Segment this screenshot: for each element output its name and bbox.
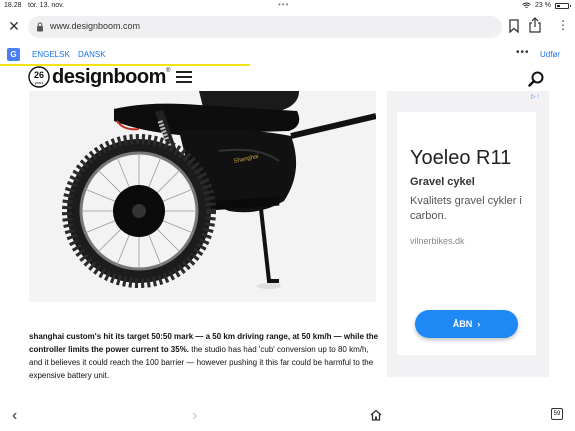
logo-badge-icon[interactable]: 26 years [28,66,50,88]
battery-percent: 23 % [535,2,551,9]
back-icon[interactable]: ‹ [12,407,17,425]
url-text[interactable]: www.designboom.com [50,21,140,31]
google-translate-icon: G [7,48,20,61]
tabs-count-button[interactable]: 59 [551,408,563,420]
tabs-count: 59 [553,411,561,417]
translate-bar: G ENGELSK DANSK ••• Udfør [0,44,575,66]
logo-registered-mark: ® [166,68,171,74]
battery-icon [555,2,571,9]
bookmark-icon[interactable] [508,19,520,33]
motorbike-illustration: Shanghai [29,91,376,302]
status-time: 18.28 [4,2,22,9]
ad-open-label: ÅBN [452,319,473,329]
article-caption: shanghai custom's hit its target 50:50 m… [29,330,379,382]
adchoices-icon[interactable]: ▷ ⁝ [531,93,539,100]
home-icon[interactable] [370,409,382,421]
status-bar: 18.28 tor. 13. nov. ••• 23 % [0,0,575,12]
tab-english[interactable]: ENGELSK [32,50,70,59]
search-icon[interactable] [528,71,544,87]
close-icon[interactable]: ✕ [6,18,22,34]
translate-done-button[interactable]: Udfør [540,50,560,59]
logo-badge-text: years [35,81,44,85]
ad-body: Kvalitets gravel cykler i carbon. [410,195,522,222]
share-icon[interactable] [528,17,542,33]
forward-icon[interactable]: › [192,407,197,425]
ad-title[interactable]: Yoeleo R11 [410,147,511,170]
multitasking-dots-icon[interactable]: ••• [278,0,289,9]
battery-fill [557,4,560,7]
wifi-icon [522,2,531,8]
status-date: tor. 13. nov. [28,2,65,9]
ad-domain: vilnerbikes.dk [410,236,465,246]
lock-icon [37,22,43,32]
translate-more-icon[interactable]: ••• [516,47,530,58]
logo-badge-number: 26 [34,70,44,80]
more-options-icon[interactable]: ⋮ [557,17,569,33]
ad-open-button[interactable]: ÅBN › [415,310,518,338]
bottom-toolbar: ‹ › 59 [0,405,575,429]
article-photo: Shanghai [29,91,376,302]
chevron-right-icon: › [474,319,481,329]
ad-subtitle: Gravel cykel [410,176,475,188]
browser-bar: ✕ www.designboom.com ⋮ [0,12,575,42]
menu-icon[interactable] [176,71,192,83]
site-header: 26 years designboom ® [0,66,575,90]
status-right: 23 % [522,2,571,9]
site-logo[interactable]: designboom [52,66,166,89]
address-bar[interactable]: www.designboom.com [28,16,502,38]
tab-danish[interactable]: DANSK [78,50,106,59]
